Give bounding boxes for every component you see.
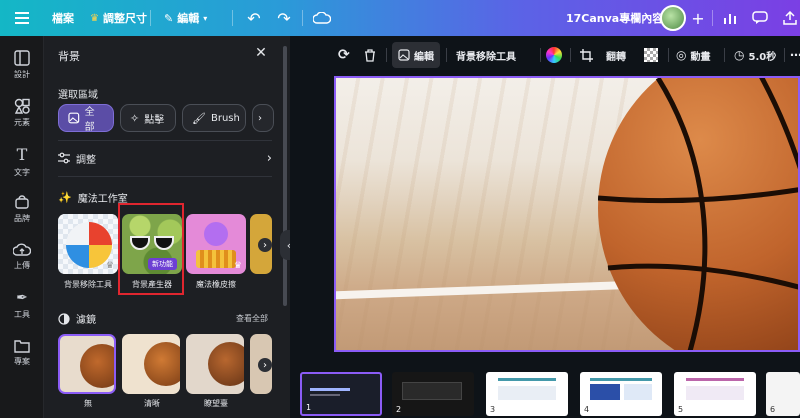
shapes-image (204, 222, 228, 246)
crown-icon: ♛ (233, 261, 242, 271)
edit-mode-button[interactable]: ✎ 編輯 ▾ (164, 0, 207, 36)
sparkle-cursor-icon: ✧ (130, 111, 140, 125)
rail-design[interactable]: 設計 (0, 42, 44, 88)
rail-tools[interactable]: ✒ 工具 (0, 282, 44, 328)
text-icon: T (16, 144, 28, 164)
bg-generator-label: 背景產生器 (132, 280, 172, 289)
chip-scroll-right[interactable]: › (252, 104, 274, 132)
bg-remover-label: 背景移除工具 (64, 280, 112, 289)
brush-icon: 🖌 (192, 111, 206, 125)
filter-clear-label: 清晰 (144, 399, 160, 408)
panel-title: 背景 (58, 50, 80, 63)
page-thumb-1[interactable]: 1 (300, 372, 382, 416)
comment-icon[interactable] (746, 0, 774, 36)
rail-uploads[interactable]: 上傳 (0, 234, 44, 280)
filter-none-thumb[interactable] (58, 334, 116, 394)
refresh-icon[interactable]: ⟳ (338, 42, 350, 68)
rail-projects[interactable]: 專案 (0, 330, 44, 376)
share-icon[interactable] (776, 0, 800, 36)
page-thumb-2[interactable]: 2 (392, 372, 474, 416)
project-title[interactable]: 17Canva專欄內容 (566, 0, 663, 36)
sparkles-icon: ✨ (58, 191, 72, 204)
top-bar: 檔案 ♛ 調整尺寸 ✎ 編輯 ▾ ↶ ↷ 17Canva專欄內容 + (0, 0, 800, 36)
adjust-label: 調整 (76, 154, 96, 166)
animate-icon: ◎ (676, 48, 687, 62)
chevron-down-icon: ▾ (203, 13, 208, 23)
canvas-toolbar: ⟳ 編輯 背景移除工具 翻轉 ◎ 動畫 ◷ 5.0秒 ⋯ (338, 42, 800, 68)
transparency-icon[interactable] (644, 42, 658, 68)
folder-icon (14, 340, 30, 353)
page-thumb-4[interactable]: 4 (580, 372, 662, 416)
image-icon (398, 49, 410, 61)
magic-eraser-label: 魔法橡皮擦 (196, 280, 236, 289)
bg-remover-thumb[interactable]: ♛ (58, 214, 118, 274)
chip-all[interactable]: 全部 (58, 104, 114, 133)
filter-lookout-label: 瞭望臺 (204, 399, 228, 408)
filter-icon (58, 312, 70, 325)
crown-icon: ♛ (105, 261, 114, 271)
color-wheel-icon[interactable] (546, 42, 562, 68)
chevron-right-icon: › (258, 112, 262, 124)
undo-icon[interactable]: ↶ (240, 0, 268, 36)
image-icon (68, 112, 80, 124)
panel-scrollbar[interactable] (283, 46, 287, 306)
filter-none-label: 無 (84, 399, 92, 408)
upload-icon (13, 243, 31, 256)
page-thumb-3[interactable]: 3 (486, 372, 568, 416)
cloud-sync-icon[interactable] (308, 0, 336, 36)
page-thumb-5[interactable]: 5 (674, 372, 756, 416)
sliders-icon (58, 152, 70, 164)
rail-text[interactable]: T 文字 (0, 138, 44, 184)
magic-eraser-thumb[interactable]: ♛ (186, 214, 246, 274)
clock-icon: ◷ (734, 48, 745, 62)
duration-button[interactable]: ◷ 5.0秒 (734, 42, 776, 68)
more-options-icon[interactable]: ⋯ (790, 42, 800, 68)
brand-icon (15, 195, 29, 209)
avatar[interactable] (660, 5, 686, 31)
redo-icon[interactable]: ↷ (270, 0, 298, 36)
chip-brush[interactable]: 🖌 Brush (182, 104, 246, 132)
bg-remover-button[interactable]: 背景移除工具 (456, 42, 516, 68)
adjust-row[interactable]: 調整 › (58, 148, 272, 168)
crown-icon: ♛ (90, 12, 99, 24)
animate-button[interactable]: ◎ 動畫 (676, 42, 710, 68)
layout-icon (14, 50, 30, 66)
filter-lookout-thumb[interactable] (186, 334, 244, 394)
trash-icon[interactable] (364, 42, 376, 68)
pen-icon: ✒ (16, 290, 28, 306)
chip-click[interactable]: ✧ 點擊 (120, 104, 176, 132)
pencil-icon: ✎ (164, 11, 174, 25)
canvas-image[interactable] (334, 76, 800, 352)
edit-image-button[interactable]: 編輯 (392, 42, 440, 68)
resize-button[interactable]: ♛ 調整尺寸 (90, 0, 147, 36)
rail-brand[interactable]: 品牌 (0, 186, 44, 232)
filter-clear-thumb[interactable] (122, 334, 180, 394)
page-thumb-6[interactable]: 6 (766, 372, 800, 416)
side-rail: 設計 元素 T 文字 品牌 上傳 ✒ 工具 專案 (0, 36, 44, 418)
hamburger-icon[interactable] (8, 0, 36, 36)
add-collaborator-icon[interactable]: + (684, 0, 712, 36)
shapes-icon (14, 98, 30, 114)
rail-elements[interactable]: 元素 (0, 90, 44, 136)
close-icon[interactable]: ✕ (252, 44, 270, 62)
scroll-right-icon[interactable]: › (258, 358, 272, 372)
file-menu[interactable]: 檔案 (52, 0, 74, 36)
select-area-label: 選取區域 (58, 90, 98, 101)
crop-icon[interactable] (580, 42, 593, 68)
filters-heading: 濾鏡 (58, 311, 96, 326)
chevron-right-icon: › (266, 150, 272, 166)
analytics-icon[interactable] (716, 0, 744, 36)
flip-button[interactable]: 翻轉 (606, 42, 626, 68)
basketball-image (598, 78, 798, 350)
scroll-right-icon[interactable]: › (258, 238, 272, 252)
see-all-link[interactable]: 查看全部 (236, 313, 268, 324)
